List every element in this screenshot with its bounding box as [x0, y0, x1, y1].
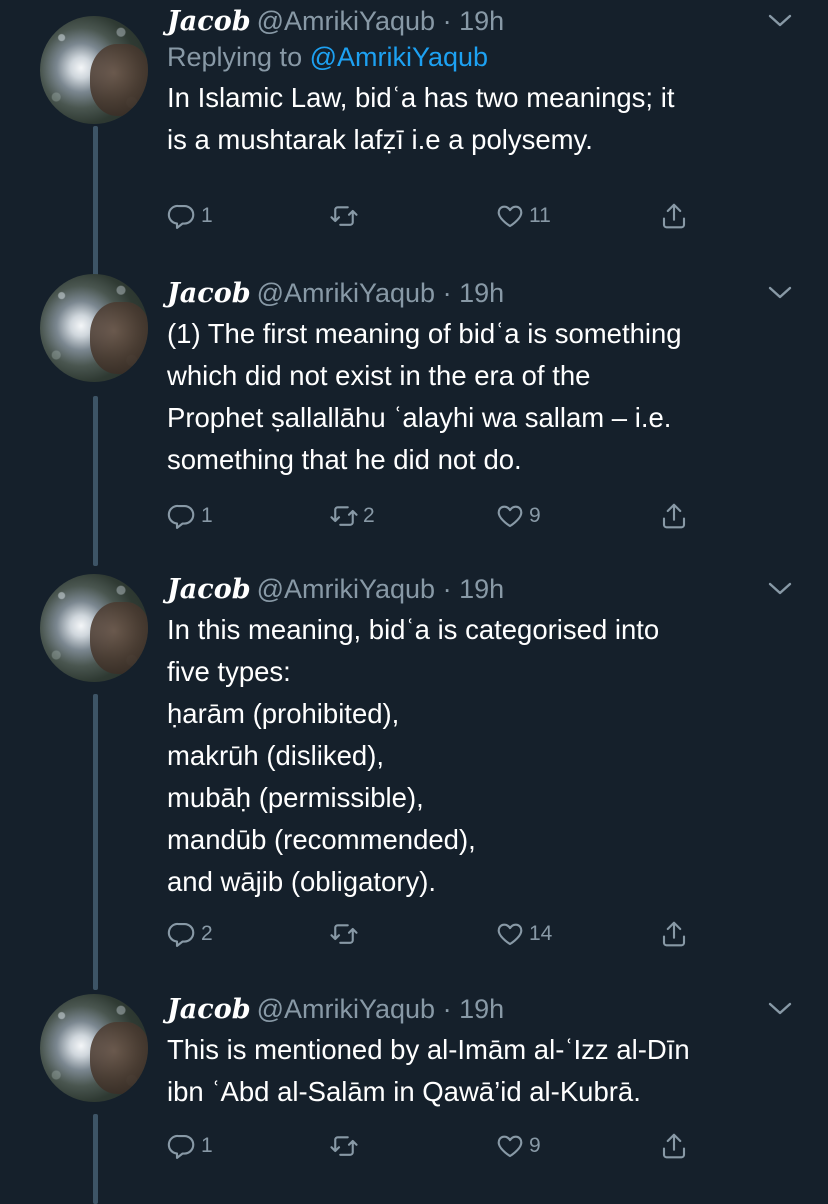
like-count: 11 [529, 204, 551, 227]
handle[interactable]: @AmrikiYaqub [257, 6, 435, 36]
retweet-icon [330, 924, 358, 944]
avatar[interactable] [40, 574, 148, 682]
share-icon [662, 921, 686, 947]
display-name[interactable]: Jacob [167, 6, 251, 37]
like-button[interactable]: 9 [495, 498, 541, 534]
share-icon [662, 203, 686, 229]
handle[interactable]: @AmrikiYaqub [257, 278, 435, 308]
handle[interactable]: @AmrikiYaqub [257, 574, 435, 604]
avatar[interactable] [40, 994, 148, 1102]
heart-icon [497, 1135, 523, 1158]
heart-icon [497, 923, 523, 946]
retweet-button[interactable]: 2 [329, 498, 375, 534]
display-name[interactable]: Jacob [167, 574, 251, 605]
chevron-down-icon[interactable] [766, 282, 794, 302]
display-name[interactable]: Jacob [167, 278, 251, 309]
reply-button[interactable]: 1 [167, 198, 213, 234]
retweet-button[interactable] [329, 916, 363, 952]
replying-to: Replying to @AmrikiYaqub [167, 42, 489, 72]
heart-icon [497, 205, 523, 228]
share-button[interactable] [659, 916, 693, 952]
timestamp[interactable]: · 19h [443, 6, 505, 36]
retweet-icon [330, 506, 358, 526]
tweet-header: Jacob @AmrikiYaqub · 19h [167, 572, 798, 607]
reply-count: 1 [201, 204, 213, 227]
avatar[interactable] [40, 16, 148, 124]
like-count: 14 [529, 922, 553, 945]
reply-icon [167, 1134, 195, 1159]
share-button[interactable] [659, 198, 693, 234]
tweet-actions: 1 9 [167, 1128, 727, 1164]
tweet-text: This is mentioned by al-Imām al-ʿIzz al-… [167, 1034, 690, 1107]
tweet-text: (1) The first meaning of bidʿa is someth… [167, 318, 682, 475]
reply-button[interactable]: 1 [167, 1128, 213, 1164]
like-button[interactable]: 9 [495, 1128, 541, 1164]
share-icon [662, 1133, 686, 1159]
retweet-icon [330, 206, 358, 226]
like-button[interactable]: 11 [495, 198, 551, 234]
reply-icon [167, 504, 195, 529]
reply-icon [167, 204, 195, 229]
chevron-down-icon[interactable] [766, 10, 794, 30]
share-icon [662, 503, 686, 529]
share-button[interactable] [659, 498, 693, 534]
tweet-header: Jacob @AmrikiYaqub · 19h [167, 4, 798, 39]
tweet-text: In Islamic Law, bidʿa has two meanings; … [167, 82, 675, 155]
reply-count: 2 [201, 922, 213, 945]
reply-button[interactable]: 2 [167, 916, 213, 952]
heart-icon [497, 505, 523, 528]
display-name[interactable]: Jacob [167, 994, 251, 1025]
tweet-text: In this meaning, bidʿa is categorised in… [167, 614, 660, 897]
tweet-header: Jacob @AmrikiYaqub · 19h [167, 276, 798, 311]
avatar[interactable] [40, 274, 148, 382]
tweet-actions: 1 11 [167, 198, 727, 234]
like-count: 9 [529, 1134, 541, 1157]
thread-line [93, 694, 98, 990]
chevron-down-icon[interactable] [766, 998, 794, 1018]
thread-line [93, 396, 98, 566]
retweet-icon [330, 1136, 358, 1156]
retweet-button[interactable] [329, 1128, 363, 1164]
tweet-actions: 2 14 [167, 916, 727, 952]
chevron-down-icon[interactable] [766, 578, 794, 598]
handle[interactable]: @AmrikiYaqub [257, 994, 435, 1024]
reply-count: 1 [201, 1134, 213, 1157]
timestamp[interactable]: · 19h [443, 994, 505, 1024]
thread-line [93, 126, 98, 276]
reply-count: 1 [201, 504, 213, 527]
thread-line [93, 1114, 98, 1204]
retweet-count: 2 [363, 504, 375, 527]
like-count: 9 [529, 504, 541, 527]
tweet-header: Jacob @AmrikiYaqub · 19h [167, 992, 798, 1027]
timestamp[interactable]: · 19h [443, 278, 505, 308]
retweet-button[interactable] [329, 198, 363, 234]
reply-button[interactable]: 1 [167, 498, 213, 534]
share-button[interactable] [659, 1128, 693, 1164]
replying-to-link[interactable]: @AmrikiYaqub [310, 42, 488, 72]
like-button[interactable]: 14 [495, 916, 552, 952]
timestamp[interactable]: · 19h [443, 574, 505, 604]
reply-icon [167, 922, 195, 947]
tweet-actions: 1 2 9 [167, 498, 727, 534]
